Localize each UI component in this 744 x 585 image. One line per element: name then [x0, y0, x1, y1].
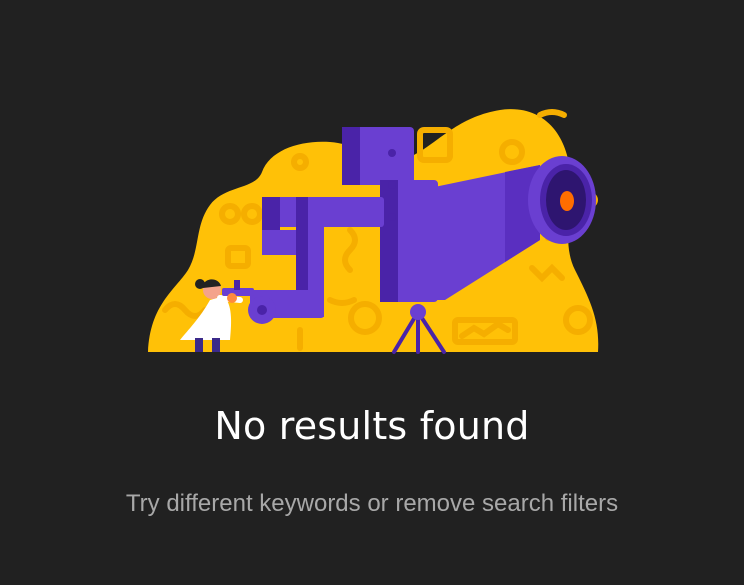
telescope-lens — [528, 156, 596, 244]
no-results-empty-state: No results found Try different keywords … — [0, 0, 744, 585]
telescope-scientist-illustration — [148, 109, 599, 354]
no-results-title: No results found — [214, 404, 530, 448]
no-results-subtitle: Try different keywords or remove search … — [125, 490, 619, 517]
